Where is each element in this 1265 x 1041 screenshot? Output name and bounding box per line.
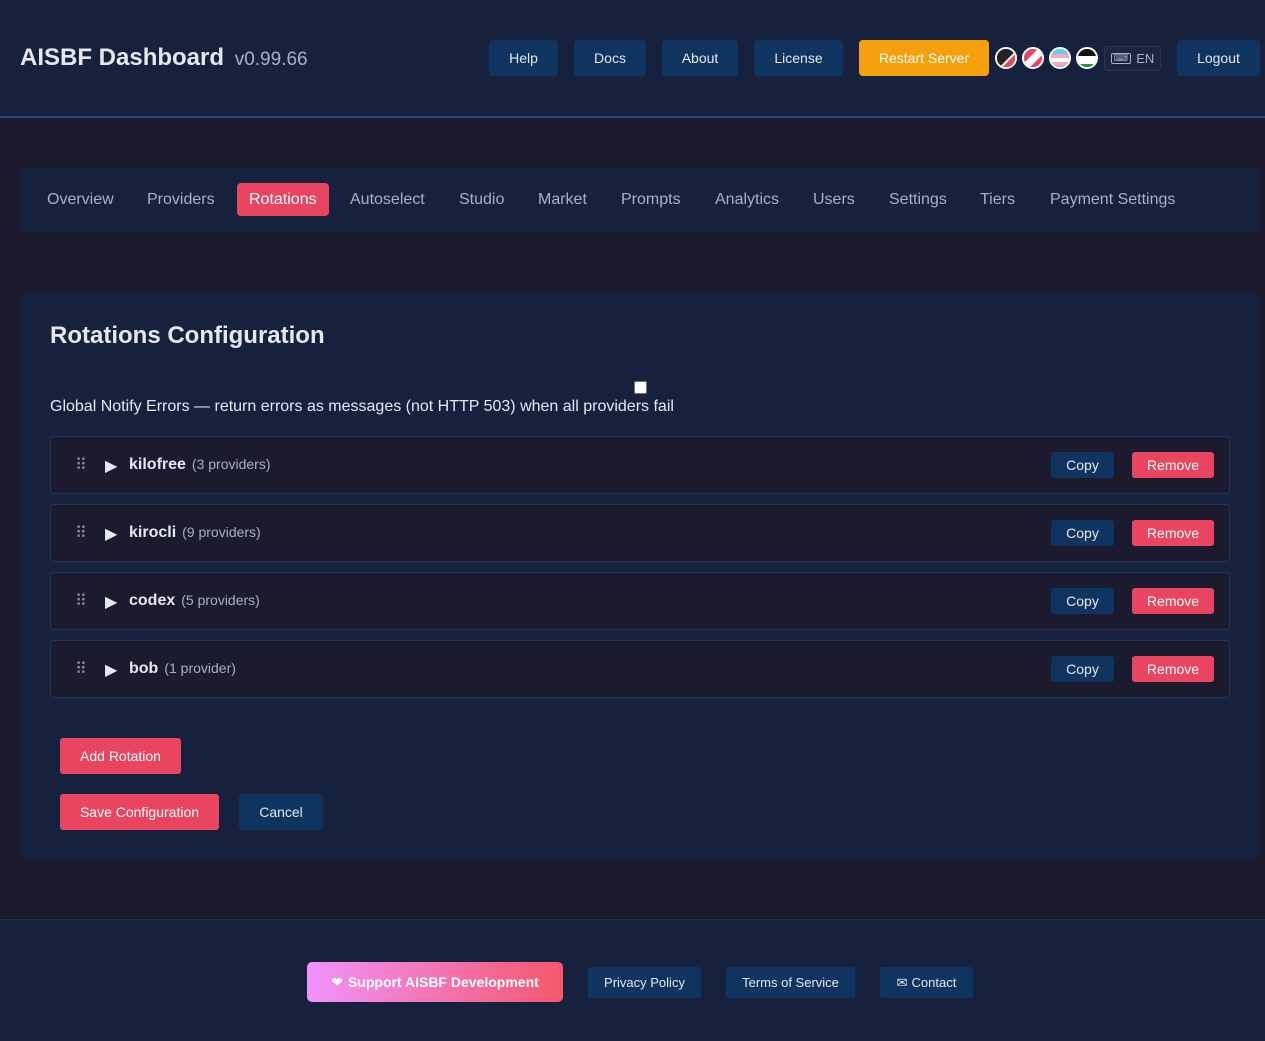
- docs-button[interactable]: Docs: [574, 40, 646, 76]
- expand-arrow-icon[interactable]: ▶: [105, 456, 117, 476]
- tab-rotations[interactable]: Rotations: [237, 183, 329, 216]
- rotation-row[interactable]: ⠿ ▶ bob (1 provider) Copy Remove: [50, 640, 1230, 698]
- footer: ❤ Support AISBF Development Privacy Poli…: [0, 919, 1265, 1041]
- tab-analytics[interactable]: Analytics: [703, 183, 791, 216]
- support-label: Support AISBF Development: [347, 974, 539, 990]
- app-title: AISBF Dashboard v0.99.66: [20, 44, 308, 72]
- tab-prompts[interactable]: Prompts: [609, 183, 693, 216]
- rotation-provider-count: (9 providers): [182, 524, 261, 540]
- tab-providers[interactable]: Providers: [135, 183, 227, 216]
- cancel-button[interactable]: Cancel: [239, 794, 323, 830]
- logout-button[interactable]: Logout: [1177, 40, 1260, 76]
- remove-button[interactable]: Remove: [1132, 520, 1214, 546]
- rotation-name: codex: [129, 592, 176, 609]
- copy-button[interactable]: Copy: [1051, 520, 1114, 546]
- keyboard-icon: ⌨: [1110, 53, 1132, 64]
- flag-icon-4[interactable]: [1076, 47, 1098, 69]
- tab-autoselect[interactable]: Autoselect: [338, 183, 437, 216]
- top-header: AISBF Dashboard v0.99.66 Help Docs About…: [0, 0, 1265, 118]
- rotation-name: kilofree: [129, 456, 186, 473]
- nav-tabs: Overview Providers Rotations Autoselect …: [20, 168, 1260, 232]
- help-button[interactable]: Help: [489, 40, 558, 76]
- app-version: v0.99.66: [234, 49, 308, 70]
- about-button[interactable]: About: [662, 40, 738, 76]
- rotation-row[interactable]: ⠿ ▶ codex (5 providers) Copy Remove: [50, 572, 1230, 630]
- rotation-provider-count: (3 providers): [191, 456, 271, 472]
- privacy-policy-link[interactable]: Privacy Policy: [588, 967, 701, 998]
- rotation-name: kirocli: [129, 524, 177, 541]
- flag-icon-2[interactable]: [1022, 47, 1044, 69]
- copy-button[interactable]: Copy: [1051, 656, 1114, 682]
- remove-button[interactable]: Remove: [1132, 452, 1214, 478]
- drag-handle-icon[interactable]: ⠿: [75, 591, 87, 611]
- tab-settings[interactable]: Settings: [877, 183, 959, 216]
- expand-arrow-icon[interactable]: ▶: [105, 660, 117, 680]
- rotation-row[interactable]: ⠿ ▶ kirocli (9 providers) Copy Remove: [50, 504, 1230, 562]
- language-selector[interactable]: ⌨ EN: [1104, 46, 1161, 71]
- drag-handle-icon[interactable]: ⠿: [75, 455, 87, 475]
- remove-button[interactable]: Remove: [1132, 588, 1214, 614]
- heart-icon: ❤: [331, 973, 343, 990]
- remove-button[interactable]: Remove: [1132, 656, 1214, 682]
- rotation-row[interactable]: ⠿ ▶ kilofree (3 providers) Copy Remove: [50, 436, 1230, 494]
- support-button[interactable]: ❤ Support AISBF Development: [307, 962, 563, 1002]
- copy-button[interactable]: Copy: [1051, 588, 1114, 614]
- rotation-provider-count: (5 providers): [181, 592, 260, 608]
- rotation-name: bob: [129, 660, 159, 677]
- tab-payment-settings[interactable]: Payment Settings: [1038, 183, 1187, 216]
- tab-users[interactable]: Users: [801, 183, 867, 216]
- tab-studio[interactable]: Studio: [447, 183, 516, 216]
- global-notify-errors-label: Global Notify Errors — return errors as …: [50, 398, 674, 415]
- tab-tiers[interactable]: Tiers: [968, 183, 1027, 216]
- envelope-icon: ✉: [896, 974, 908, 990]
- add-rotation-button[interactable]: Add Rotation: [60, 738, 181, 774]
- tab-overview[interactable]: Overview: [35, 183, 126, 216]
- flag-icon-1[interactable]: [995, 47, 1017, 69]
- flag-icon-3[interactable]: [1049, 47, 1071, 69]
- app-title-text: AISBF Dashboard: [20, 44, 225, 71]
- contact-link[interactable]: ✉ Contact: [880, 967, 973, 998]
- license-button[interactable]: License: [754, 40, 843, 76]
- expand-arrow-icon[interactable]: ▶: [105, 524, 117, 544]
- global-notify-errors-checkbox[interactable]: [634, 381, 647, 394]
- page-title: Rotations Configuration: [50, 322, 325, 349]
- restart-server-button[interactable]: Restart Server: [859, 40, 989, 76]
- expand-arrow-icon[interactable]: ▶: [105, 592, 117, 612]
- drag-handle-icon[interactable]: ⠿: [75, 659, 87, 679]
- contact-label: Contact: [911, 975, 957, 990]
- tab-market[interactable]: Market: [526, 183, 599, 216]
- language-code: EN: [1136, 51, 1155, 66]
- copy-button[interactable]: Copy: [1051, 452, 1114, 478]
- terms-of-service-link[interactable]: Terms of Service: [726, 967, 855, 998]
- save-configuration-button[interactable]: Save Configuration: [60, 794, 219, 830]
- rotations-panel: Rotations Configuration Global Notify Er…: [20, 292, 1260, 860]
- drag-handle-icon[interactable]: ⠿: [75, 523, 87, 543]
- rotation-provider-count: (1 provider): [164, 660, 236, 676]
